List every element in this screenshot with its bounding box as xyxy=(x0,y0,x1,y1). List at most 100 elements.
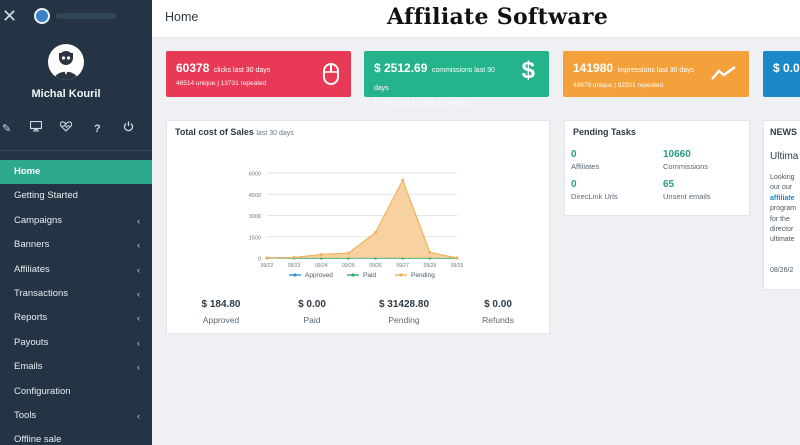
sidebar-item-label: Offline sale xyxy=(14,434,62,445)
sidebar-item-label: Getting Started xyxy=(14,190,78,202)
task-directlink-urls[interactable]: 0 DirecLink Urls xyxy=(571,179,618,201)
news-date: 08/26/2 xyxy=(770,267,794,274)
stat-label: impressions last 30 days xyxy=(617,67,695,74)
cost-of-sales-panel: Total cost of Sales last 30 days 0 1500 30… xyxy=(166,120,550,334)
avatar[interactable] xyxy=(48,44,84,80)
collapse-icon[interactable]: ✕ xyxy=(2,6,17,27)
x-tick-label: 09/23 xyxy=(288,263,301,269)
help-icon[interactable]: ? xyxy=(94,120,101,138)
stat-card-commissions[interactable]: $ 2512.69 commissions last 30 days $ 0.0… xyxy=(364,51,549,107)
data-point-pending xyxy=(374,231,378,234)
sidebar-item-emails[interactable]: Emails ‹ xyxy=(0,355,152,379)
sidebar-item-banners[interactable]: Banners ‹ xyxy=(0,233,152,257)
chevron-left-icon: ‹ xyxy=(137,264,140,275)
data-point-pending xyxy=(292,255,296,259)
task-affiliates[interactable]: 0 Affiliates xyxy=(571,149,599,171)
chevron-left-icon: ‹ xyxy=(137,240,140,251)
y-tick-label: 4500 xyxy=(249,193,261,199)
legend-marker xyxy=(293,273,297,277)
pending-tasks-panel: Pending Tasks 0 Affiliates 10660 Commiss… xyxy=(564,120,750,216)
task-count: 65 xyxy=(663,179,675,190)
news-line: our our xyxy=(770,184,793,192)
stat-label: clicks last 30 days xyxy=(213,67,271,74)
sidebar: ✕ Michal Kouril ✎ ? Home Getting Started C… xyxy=(0,0,152,445)
task-label: Commissions xyxy=(663,162,709,171)
mouse-icon xyxy=(323,63,339,90)
legend-label: Approved xyxy=(305,272,333,279)
top-bar: Home Affiliate Software xyxy=(152,0,800,38)
data-point-pending xyxy=(428,250,432,254)
stat-card-clicks[interactable]: 60378 clicks last 30 days 46514 unique |… xyxy=(166,51,351,97)
sidebar-item-affiliates[interactable]: Affiliates ‹ xyxy=(0,258,152,282)
user-icon xyxy=(54,51,78,80)
sidebar-item-reports[interactable]: Reports ‹ xyxy=(0,306,152,330)
legend-label: Paid xyxy=(363,272,376,279)
total-label: Paid xyxy=(303,315,321,325)
legend-marker xyxy=(399,273,403,277)
brand-title: Affiliate Software xyxy=(387,4,609,30)
news-line: for the xyxy=(770,215,790,223)
dollar-icon: $ xyxy=(521,57,535,84)
task-count: 0 xyxy=(571,179,577,190)
sidebar-item-transactions[interactable]: Transactions ‹ xyxy=(0,282,152,306)
sidebar-item-home[interactable]: Home xyxy=(0,160,152,185)
y-tick-label: 3000 xyxy=(249,214,261,220)
x-tick-label: 09/25 xyxy=(342,263,355,269)
news-panel: NEWS Ultima Looking our our affiliate pr… xyxy=(763,120,800,290)
news-line: director xyxy=(770,226,794,234)
sidebar-item-configuration[interactable]: Configuration xyxy=(0,380,152,404)
news-heading[interactable]: Ultima xyxy=(770,151,798,162)
news-title: NEWS xyxy=(770,127,797,137)
sidebar-item-label: Tools xyxy=(14,409,37,421)
monitor-icon[interactable] xyxy=(29,120,43,138)
stat-value: 60378 xyxy=(176,61,210,75)
news-link[interactable]: affiliate xyxy=(770,194,796,204)
sidebar-toolbar: ✎ ? xyxy=(0,120,152,138)
total-approved: $ 184.80 Approved xyxy=(181,299,261,325)
sidebar-item-label: Home xyxy=(14,166,41,177)
task-commissions[interactable]: 10660 Commissions xyxy=(663,149,708,171)
power-icon[interactable] xyxy=(123,120,134,138)
sidebar-item-label: Emails xyxy=(14,361,43,373)
data-point-pending xyxy=(346,251,350,255)
x-tick-label: 09/24 xyxy=(315,263,328,269)
y-tick-label: 6000 xyxy=(249,172,261,178)
stat-value: 141980 xyxy=(573,61,614,75)
sidebar-item-label: Configuration xyxy=(14,385,71,397)
legend-label: Pending xyxy=(411,272,435,279)
logo-wordmark xyxy=(56,13,116,19)
sidebar-item-getting-started[interactable]: Getting Started xyxy=(0,184,152,208)
data-point-pending xyxy=(319,252,323,256)
news-body: Looking our our affiliate program for th… xyxy=(770,173,796,246)
task-count: 10660 xyxy=(663,149,691,160)
task-label: Affiliates xyxy=(571,162,600,171)
stat-value: $ 2512.69 xyxy=(374,61,428,75)
y-tick-label: 0 xyxy=(258,257,261,263)
cost-of-sales-chart: 0 1500 3000 4500 6000 09/22 09/23 09/24 09/25 09/… xyxy=(249,172,464,280)
total-value: $ 31428.80 xyxy=(378,299,430,310)
x-tick-label: 09/26 xyxy=(369,263,382,269)
main-content: Home Affiliate Software 60378 clicks las… xyxy=(152,0,800,445)
total-value: $ 0.00 xyxy=(298,299,326,310)
x-tick-label: 09/28 xyxy=(424,263,437,269)
legend-marker xyxy=(351,273,355,277)
sidebar-item-campaigns[interactable]: Campaigns ‹ xyxy=(0,209,152,233)
sidebar-divider xyxy=(0,150,152,151)
sidebar-item-offline-sale[interactable]: Offline sale xyxy=(0,428,152,445)
trend-icon xyxy=(711,65,737,86)
total-value: $ 184.80 xyxy=(201,299,241,310)
stat-card-partial[interactable]: $ 0.0 xyxy=(763,51,800,97)
sidebar-nav: Home Getting Started Campaigns ‹ Banners ‹ Aff… xyxy=(0,160,152,445)
task-unsent-emails[interactable]: 65 Unsent emails xyxy=(663,179,711,201)
total-paid: $ 0.00 Paid xyxy=(272,299,352,325)
username: Michal Kouril xyxy=(31,88,101,100)
pencil-icon[interactable]: ✎ xyxy=(2,120,11,138)
news-line: ultimate xyxy=(770,236,795,244)
sidebar-item-label: Payouts xyxy=(14,336,49,348)
task-label: DirecLink Urls xyxy=(571,192,618,201)
x-tick-label: 09/22 xyxy=(261,263,274,269)
sidebar-item-tools[interactable]: Tools ‹ xyxy=(0,404,152,428)
sidebar-item-payouts[interactable]: Payouts ‹ xyxy=(0,331,152,355)
stat-card-impressions[interactable]: 141980 impressions last 30 days 49679 un… xyxy=(563,51,749,97)
heartbeat-icon[interactable] xyxy=(59,120,73,138)
